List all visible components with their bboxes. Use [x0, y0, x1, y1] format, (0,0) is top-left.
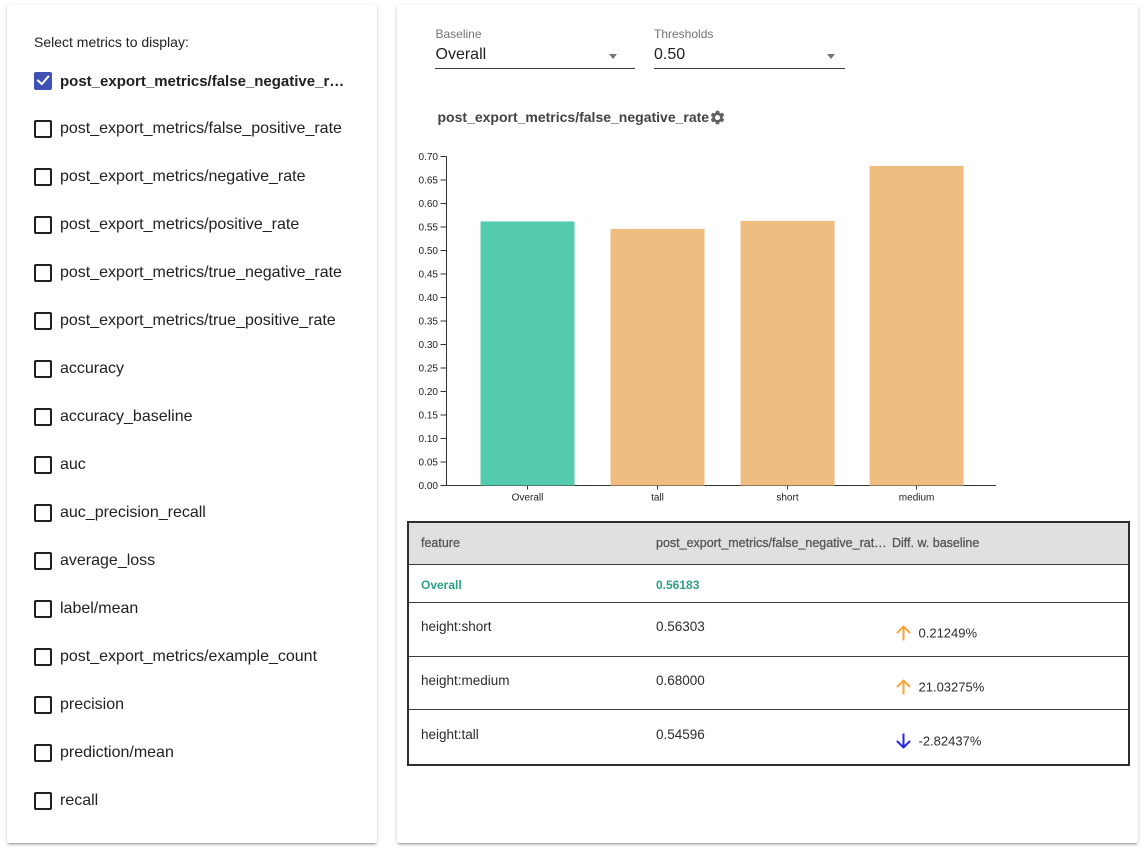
svg-text:0.50: 0.50: [419, 246, 439, 257]
svg-text:medium: medium: [899, 493, 935, 504]
svg-text:0.10: 0.10: [419, 434, 439, 445]
svg-text:0.55: 0.55: [419, 223, 439, 234]
svg-text:Overall: Overall: [512, 493, 544, 504]
svg-text:short: short: [776, 493, 798, 504]
svg-text:0.20: 0.20: [419, 387, 439, 398]
svg-text:0.25: 0.25: [419, 364, 439, 375]
svg-text:0.00: 0.00: [419, 481, 439, 492]
svg-text:0.45: 0.45: [419, 270, 439, 281]
svg-text:tall: tall: [651, 493, 664, 504]
svg-text:0.05: 0.05: [419, 458, 439, 469]
svg-text:0.40: 0.40: [419, 293, 439, 304]
svg-text:0.70: 0.70: [419, 152, 439, 163]
svg-text:0.60: 0.60: [419, 199, 439, 210]
svg-text:0.30: 0.30: [419, 340, 439, 351]
svg-text:0.15: 0.15: [419, 411, 439, 422]
svg-text:0.65: 0.65: [419, 176, 439, 187]
svg-text:0.35: 0.35: [419, 317, 439, 328]
